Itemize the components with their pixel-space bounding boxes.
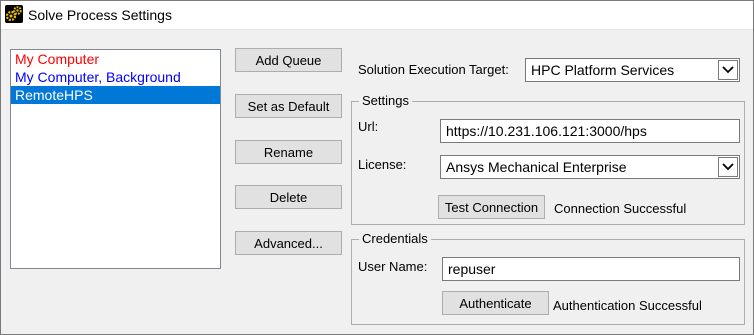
license-value: Ansys Mechanical Enterprise [446, 159, 627, 175]
window-title: Solve Process Settings [28, 7, 172, 23]
queue-list[interactable]: My Computer My Computer, Background Remo… [10, 49, 221, 269]
title-bar: Solve Process Settings [1, 1, 753, 30]
execution-target-label: Solution Execution Target: [358, 62, 509, 77]
url-label: Url: [358, 119, 379, 134]
license-dropdown[interactable]: Ansys Mechanical Enterprise [440, 155, 740, 179]
username-field[interactable] [443, 258, 739, 280]
url-input[interactable] [440, 119, 740, 143]
settings-group-title: Settings [359, 93, 412, 108]
advanced-button[interactable]: Advanced... [235, 231, 342, 255]
list-item-my-computer[interactable]: My Computer [11, 50, 220, 68]
list-item-remotehps[interactable]: RemoteHPS [11, 86, 220, 104]
gears-icon [5, 5, 23, 23]
connection-status: Connection Successful [554, 201, 687, 216]
username-input[interactable] [442, 257, 740, 281]
rename-button[interactable]: Rename [235, 140, 342, 164]
credentials-group-title: Credentials [359, 231, 431, 246]
test-connection-button[interactable]: Test Connection [438, 195, 545, 219]
execution-target-value: HPC Platform Services [531, 62, 675, 78]
list-item-my-computer-background[interactable]: My Computer, Background [11, 68, 220, 86]
delete-button[interactable]: Delete [235, 185, 342, 209]
solve-process-settings-dialog: Solve Process Settings My Computer My Co… [0, 0, 754, 335]
authentication-status: Authentication Successful [553, 298, 702, 313]
authenticate-button[interactable]: Authenticate [442, 291, 549, 315]
chevron-down-icon[interactable] [718, 157, 738, 177]
url-field[interactable] [441, 120, 739, 142]
add-queue-button[interactable]: Add Queue [235, 48, 342, 72]
execution-target-dropdown[interactable]: HPC Platform Services [525, 58, 740, 82]
license-label: License: [358, 157, 407, 172]
set-as-default-button[interactable]: Set as Default [235, 94, 342, 118]
username-label: User Name: [358, 259, 428, 274]
chevron-down-icon[interactable] [718, 60, 738, 80]
